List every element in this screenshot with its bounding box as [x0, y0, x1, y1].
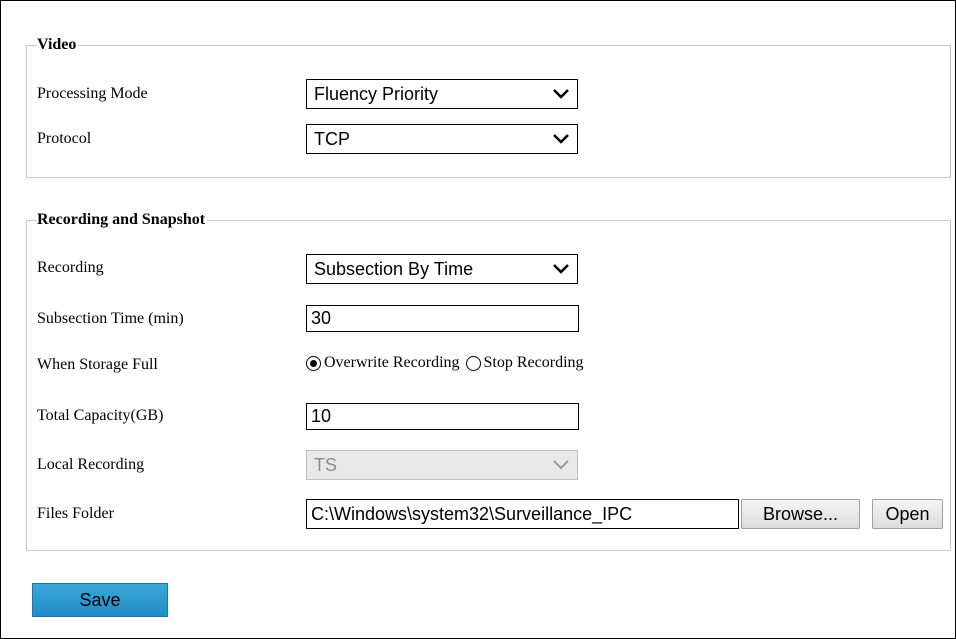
recording-select[interactable]: Subsection By Time	[306, 254, 578, 284]
protocol-label: Protocol	[37, 130, 92, 147]
overwrite-recording-radio[interactable]	[306, 355, 321, 371]
subsection-time-input[interactable]: 30	[306, 305, 579, 332]
local-recording-label: Local Recording	[37, 456, 145, 473]
local-recording-select: TS	[306, 450, 578, 480]
when-storage-full-label: When Storage Full	[37, 356, 158, 373]
settings-panel: Video Processing Mode Fluency Priority P…	[0, 0, 956, 639]
recording-snapshot-legend: Recording and Snapshot	[37, 211, 206, 228]
total-capacity-input[interactable]: 10	[306, 403, 579, 430]
save-button[interactable]: Save	[32, 583, 168, 617]
browse-button[interactable]: Browse...	[741, 499, 860, 529]
total-capacity-label: Total Capacity(GB)	[37, 407, 164, 424]
when-storage-full-radio-group: Overwrite Recording Stop Recording	[306, 354, 584, 372]
open-button[interactable]: Open	[872, 499, 943, 529]
chevron-down-icon	[553, 89, 569, 99]
chevron-down-icon	[553, 460, 569, 470]
video-legend: Video	[37, 36, 77, 53]
overwrite-recording-label[interactable]: Overwrite Recording	[324, 354, 460, 372]
chevron-down-icon	[553, 134, 569, 144]
stop-recording-radio[interactable]	[465, 355, 481, 371]
protocol-value: TCP	[314, 129, 350, 149]
recording-value: Subsection By Time	[314, 259, 474, 279]
subsection-time-label: Subsection Time (min)	[37, 310, 184, 327]
processing-mode-label: Processing Mode	[37, 85, 148, 102]
recording-label: Recording	[37, 259, 104, 276]
files-folder-label: Files Folder	[37, 505, 114, 522]
protocol-select[interactable]: TCP	[306, 124, 578, 154]
local-recording-value: TS	[314, 455, 338, 475]
processing-mode-value: Fluency Priority	[314, 84, 439, 104]
files-folder-input[interactable]: C:\Windows\system32\Surveillance_IPC	[306, 499, 739, 529]
stop-recording-label[interactable]: Stop Recording	[484, 354, 584, 372]
processing-mode-select[interactable]: Fluency Priority	[306, 79, 578, 109]
chevron-down-icon	[553, 264, 569, 274]
